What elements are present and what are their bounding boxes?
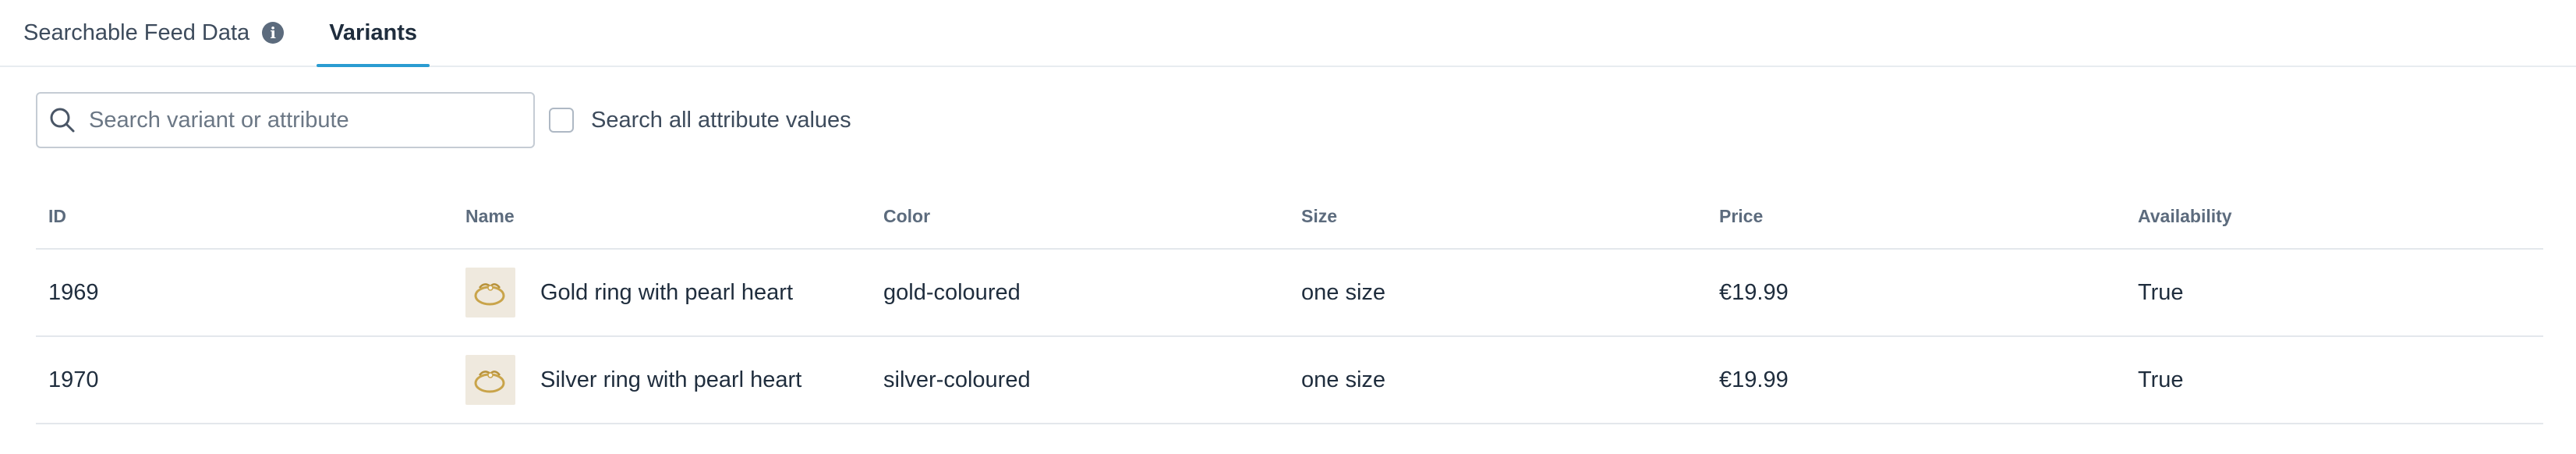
variants-table: ID Name Color Size Price Availability 19… bbox=[36, 184, 2543, 424]
column-header-color[interactable]: Color bbox=[871, 184, 1289, 250]
table-row[interactable]: 1969 Gold ring with pearl heart gold-col… bbox=[36, 249, 2543, 337]
cell-availability: True bbox=[2125, 249, 2543, 337]
search-all-label: Search all attribute values bbox=[591, 107, 851, 133]
cell-price: €19.99 bbox=[1707, 249, 2125, 337]
cell-availability: True bbox=[2125, 336, 2543, 424]
tab-searchable-feed-data[interactable]: Searchable Feed Data i bbox=[0, 0, 318, 66]
table-header-row: ID Name Color Size Price Availability bbox=[36, 184, 2543, 250]
search-icon bbox=[50, 108, 75, 133]
cell-id: 1969 bbox=[36, 249, 453, 337]
cell-size: one size bbox=[1289, 249, 1707, 337]
tab-variants[interactable]: Variants bbox=[317, 0, 430, 67]
cell-color: gold-coloured bbox=[871, 249, 1289, 337]
cell-color: silver-coloured bbox=[871, 336, 1289, 424]
toolbar: Search all attribute values bbox=[36, 92, 851, 148]
cell-id: 1970 bbox=[36, 336, 453, 424]
product-name: Gold ring with pearl heart bbox=[540, 279, 793, 305]
column-header-price[interactable]: Price bbox=[1707, 184, 2125, 250]
cell-name: Silver ring with pearl heart bbox=[465, 355, 871, 405]
ring-thumbnail bbox=[465, 355, 515, 405]
ring-thumbnail bbox=[465, 268, 515, 317]
product-name: Silver ring with pearl heart bbox=[540, 367, 802, 392]
tab-bar: Searchable Feed Data i Variants bbox=[0, 0, 2576, 67]
search-input[interactable] bbox=[87, 106, 511, 134]
cell-name: Gold ring with pearl heart bbox=[465, 268, 871, 317]
table-row[interactable]: 1970 Silver ring with pearl heart silver… bbox=[36, 336, 2543, 424]
cell-price: €19.99 bbox=[1707, 336, 2125, 424]
search-all-attributes-option[interactable]: Search all attribute values bbox=[549, 108, 851, 133]
search-box[interactable] bbox=[36, 92, 535, 148]
tab-feed-label: Searchable Feed Data bbox=[23, 20, 250, 45]
cell-size: one size bbox=[1289, 336, 1707, 424]
search-all-checkbox[interactable] bbox=[549, 108, 574, 133]
info-icon[interactable]: i bbox=[262, 22, 285, 44]
column-header-availability[interactable]: Availability bbox=[2125, 184, 2543, 250]
column-header-name[interactable]: Name bbox=[453, 184, 871, 250]
tab-variants-label: Variants bbox=[329, 20, 418, 45]
column-header-id[interactable]: ID bbox=[36, 184, 453, 250]
column-header-size[interactable]: Size bbox=[1289, 184, 1707, 250]
